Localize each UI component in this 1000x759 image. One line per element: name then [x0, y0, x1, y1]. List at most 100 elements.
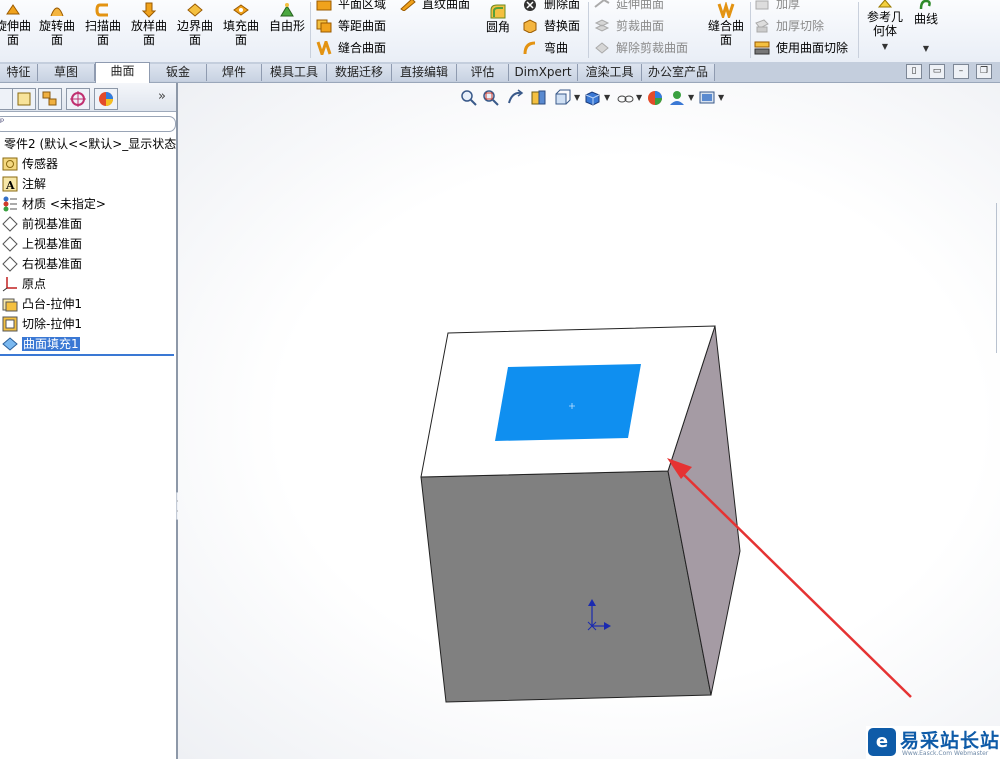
revolved-surface-button[interactable]: 旋转曲 面 — [34, 0, 80, 58]
dimxpert-manager-tab-icon[interactable] — [66, 88, 90, 110]
curves-button[interactable]: 曲线 ▼ — [904, 0, 948, 58]
tab-sheet-metal[interactable]: 钣金 — [150, 64, 207, 81]
freeform-icon — [280, 3, 294, 17]
extruded-surface-button[interactable]: 旋伸曲 面 — [0, 0, 36, 58]
lofted-surface-button[interactable]: 放样曲 面 — [126, 0, 172, 58]
offset-surface-button[interactable]: 等距曲面 — [316, 16, 386, 36]
tile-vertical-icon[interactable]: ▯ — [906, 64, 922, 79]
ruled-surface-icon — [400, 0, 416, 11]
watermark-title: 易采站长站 — [900, 730, 1000, 752]
extend-surface-icon — [594, 0, 610, 8]
configuration-icon — [42, 91, 57, 106]
replace-face-button[interactable]: 替换面 — [522, 16, 580, 36]
offset-surface-icon — [316, 19, 332, 33]
planar-surface-icon — [316, 0, 332, 11]
reference-geometry-button[interactable]: 参考几 何体 ▼ — [862, 0, 908, 58]
cut-with-surface-button[interactable]: 使用曲面切除 — [754, 38, 848, 58]
tile-horizontal-icon[interactable]: ▭ — [929, 64, 945, 79]
tab-evaluate[interactable]: 评估 — [457, 64, 509, 81]
thicken-cut-button[interactable]: 加厚切除 — [754, 16, 824, 36]
tab-features[interactable]: 特征 — [0, 64, 38, 81]
configuration-manager-tab-icon[interactable] — [38, 88, 62, 110]
watermark-logo: e — [868, 728, 896, 756]
watermark-subtitle: Www.Easck.Com Webmaster — [902, 750, 989, 757]
filled-surface-icon — [2, 337, 18, 351]
knit-surface-big-button[interactable]: 缝合曲 面 — [704, 0, 748, 58]
tab-dimxpert[interactable]: DimXpert — [509, 64, 578, 81]
filled-surface-icon — [233, 4, 249, 16]
flex-icon — [523, 41, 536, 55]
tree-item-filled-surface[interactable]: 曲面填充1 — [2, 334, 80, 354]
thicken-icon — [755, 0, 769, 10]
thicken-cut-icon — [755, 19, 769, 33]
tree-item-top-plane[interactable]: 上视基准面 — [2, 234, 82, 254]
tree-item-material[interactable]: 材质 <未指定> — [2, 194, 106, 214]
origin-icon — [2, 277, 17, 292]
ribbon-separator — [750, 2, 751, 58]
tree-item-boss-extrude[interactable]: 凸台-拉伸1 — [2, 294, 82, 314]
svg-text:A: A — [5, 179, 15, 192]
tab-render-tools[interactable]: 渲染工具 — [578, 64, 642, 81]
property-manager-tab-icon[interactable] — [12, 88, 36, 110]
untrim-surface-button[interactable]: 解除剪裁曲面 — [594, 38, 688, 58]
tab-mold-tools[interactable]: 模具工具 — [262, 64, 327, 81]
dropdown-arrow-icon[interactable]: ▼ — [882, 42, 888, 51]
knit-surface-icon — [316, 41, 332, 55]
command-tabs: 特征 草图 曲面 钣金 焊件 模具工具 数据迁移 直接编辑 评估 DimXper… — [0, 62, 1000, 83]
delete-face-icon — [524, 0, 536, 11]
dropdown-arrow-icon[interactable]: ▼ — [923, 44, 929, 53]
tree-filter-input[interactable] — [0, 116, 176, 132]
trim-surface-button[interactable]: 剪裁曲面 — [594, 16, 664, 36]
feature-manager-panel: » ᵖ 零件2 (默认<<默认>_显示状态 传感器 A 注解 材质 <未指定> 前… — [0, 83, 178, 759]
watermark: e 易采站长站 Www.Easck.Com Webmaster — [866, 726, 1000, 759]
filter-icon: ᵖ — [0, 117, 5, 128]
tab-surfaces[interactable]: 曲面 — [95, 62, 150, 83]
tree-item-right-plane[interactable]: 右视基准面 — [2, 254, 82, 274]
tree-item-cut-extrude[interactable]: 切除-拉伸1 — [2, 314, 82, 334]
tree-item-origin[interactable]: 原点 — [2, 274, 46, 294]
cut-with-surface-icon — [754, 41, 770, 55]
material-icon — [3, 196, 17, 212]
filled-surface-button[interactable]: 填充曲 面 — [218, 0, 264, 58]
graphics-area[interactable]: ▼ ▼ ▼ ▼ ▼ — [178, 83, 1000, 759]
filled-surface-face[interactable] — [495, 364, 641, 441]
swept-surface-button[interactable]: 扫描曲 面 — [80, 0, 126, 58]
thicken-button[interactable]: 加厚 — [754, 0, 800, 14]
swept-surface-icon — [95, 3, 108, 17]
plane-icon — [2, 256, 18, 272]
command-manager-ribbon: 旋伸曲 面 旋转曲 面 扫描曲 面 放样曲 面 边界曲 面 填充曲 面 自由形 … — [0, 0, 1000, 63]
trim-surface-icon — [594, 19, 610, 32]
expand-panel-icon[interactable]: » — [158, 89, 166, 104]
boss-extrude-icon — [2, 298, 18, 312]
rollback-bar[interactable] — [0, 354, 174, 356]
untrim-surface-icon — [595, 42, 609, 54]
boundary-surface-icon — [187, 3, 203, 17]
tab-direct-editing[interactable]: 直接编辑 — [392, 64, 457, 81]
delete-face-button[interactable]: 删除面 — [522, 0, 580, 14]
tree-item-sensors[interactable]: 传感器 — [2, 154, 58, 174]
tab-data-migration[interactable]: 数据迁移 — [327, 64, 392, 81]
flex-button[interactable]: 弯曲 — [522, 38, 568, 58]
tab-office-products[interactable]: 办公室产品 — [642, 64, 715, 81]
tab-weldments[interactable]: 焊件 — [207, 64, 262, 81]
replace-face-icon — [523, 19, 537, 33]
restore-icon[interactable]: ❐ — [976, 64, 992, 79]
plane-icon — [2, 216, 18, 232]
ruled-surface-button[interactable]: 直纹曲面 — [400, 0, 470, 14]
tree-root-part[interactable]: 零件2 (默认<<默认>_显示状态 — [4, 135, 176, 152]
tree-item-annotations[interactable]: A 注解 — [2, 174, 46, 194]
minimize-icon[interactable]: – — [953, 64, 969, 79]
revolved-surface-icon — [50, 7, 64, 17]
knit-surface-button[interactable]: 缝合曲面 — [316, 38, 386, 58]
freeform-button[interactable]: 自由形 — [264, 0, 310, 58]
display-manager-tab-icon[interactable] — [94, 88, 118, 110]
planar-surface-button[interactable]: 平面区域 — [316, 0, 386, 14]
cube-front-face[interactable] — [420, 470, 712, 703]
tab-sketch[interactable]: 草图 — [38, 64, 95, 81]
tree-item-front-plane[interactable]: 前视基准面 — [2, 214, 82, 234]
boundary-surface-button[interactable]: 边界曲 面 — [172, 0, 218, 58]
ribbon-separator — [858, 2, 859, 58]
fillet-button[interactable]: 圆角 — [476, 0, 520, 58]
extend-surface-button[interactable]: 延伸曲面 — [594, 0, 664, 14]
curves-icon — [919, 0, 931, 10]
